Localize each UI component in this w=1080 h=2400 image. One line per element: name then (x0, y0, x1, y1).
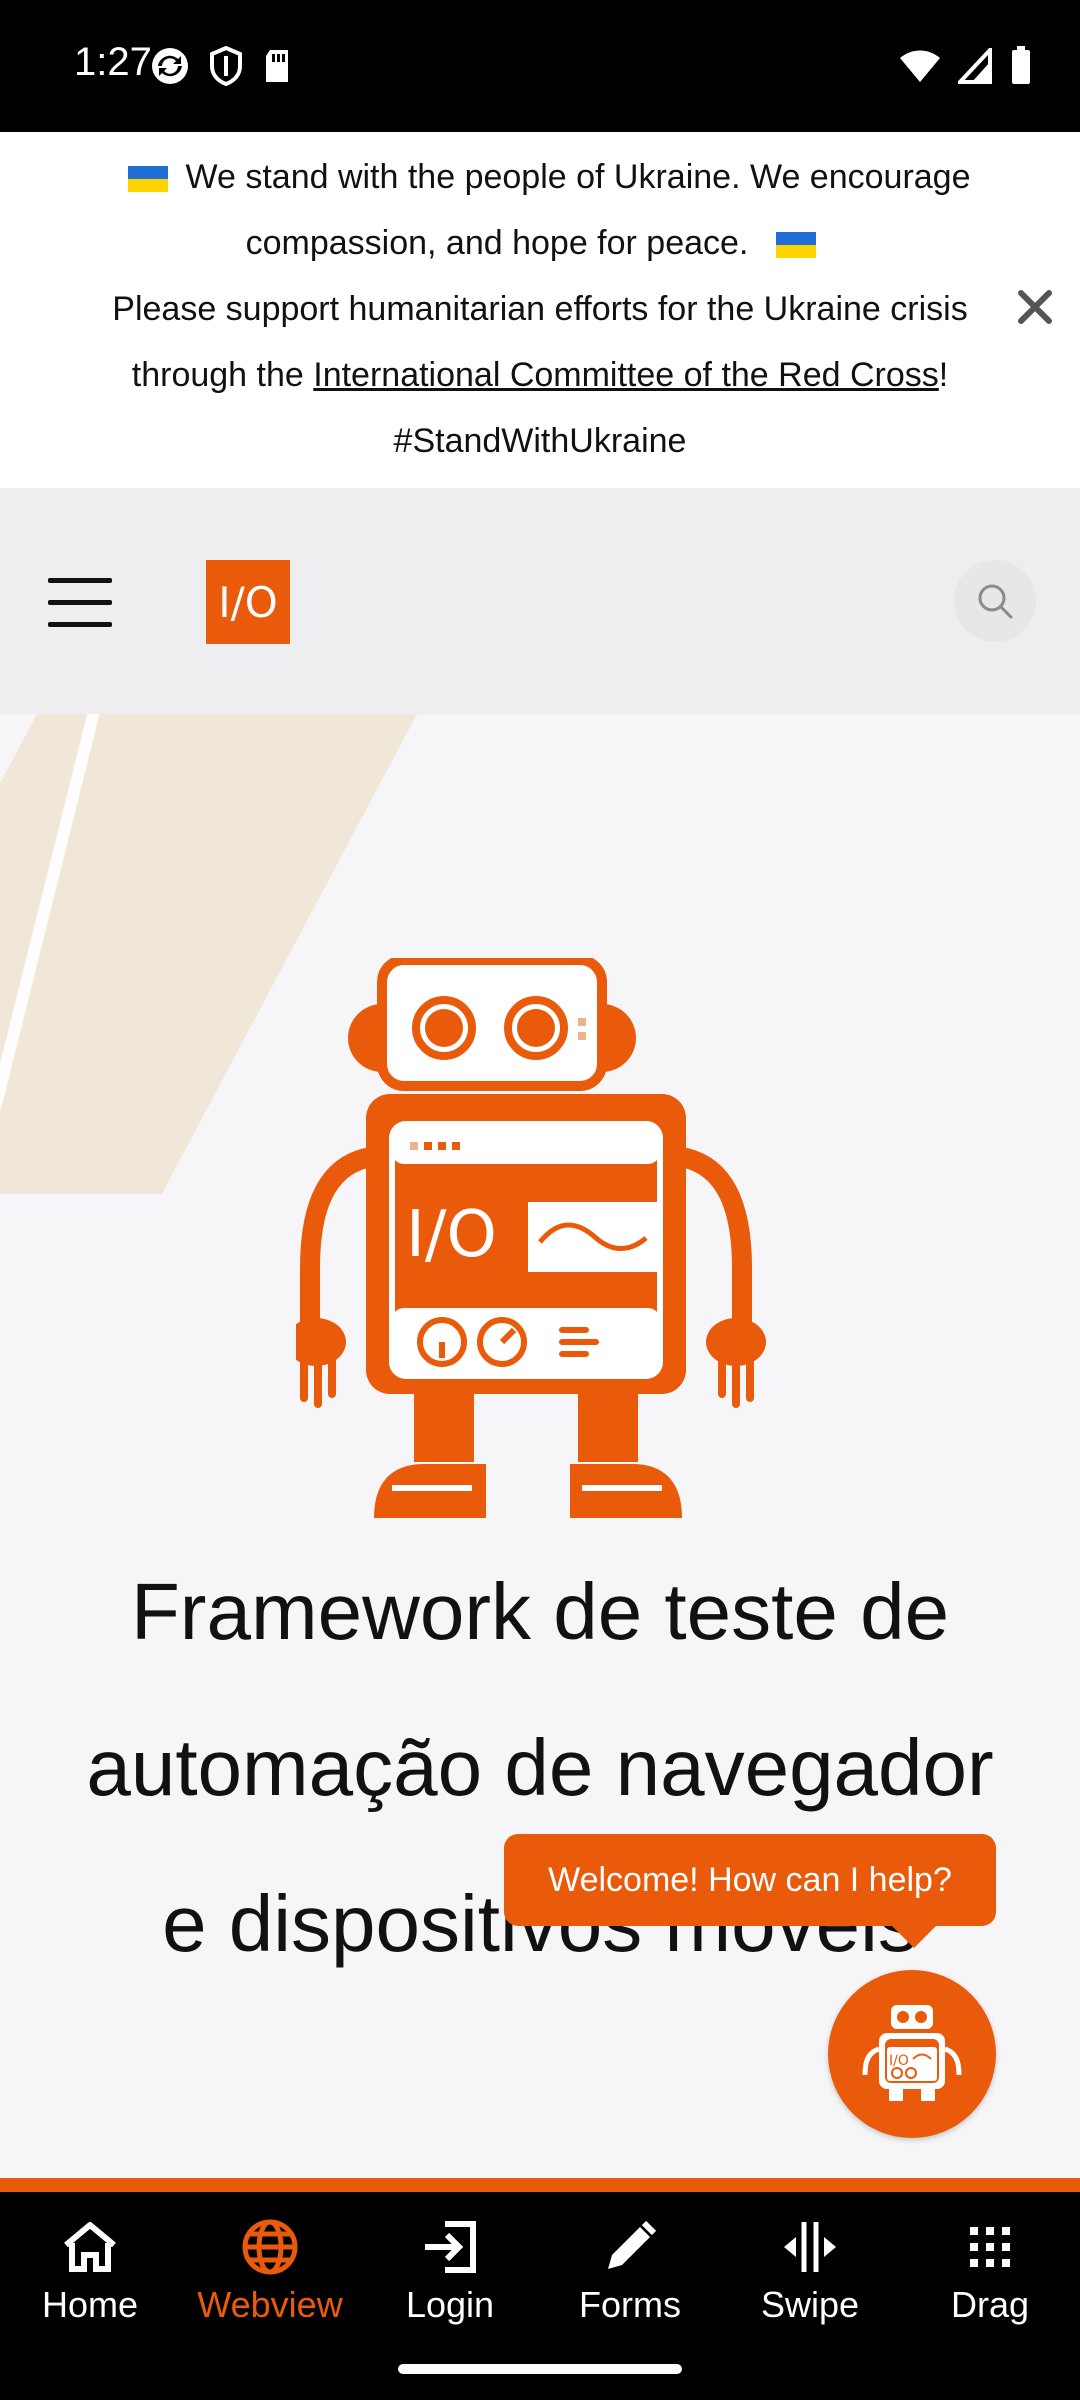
status-icons-right (900, 46, 1032, 86)
banner-line1: We stand with the people of Ukraine. We … (0, 144, 1080, 210)
chat-tooltip[interactable]: Welcome! How can I help? (504, 1834, 996, 1926)
tab-swipe[interactable]: Swipe (720, 2212, 900, 2332)
home-icon (64, 2222, 116, 2272)
site-navbar: I/O (0, 488, 1080, 714)
signal-icon (958, 48, 992, 84)
search-button[interactable] (954, 560, 1036, 642)
red-cross-link[interactable]: International Committee of the Red Cross (313, 356, 939, 394)
shield-icon (210, 46, 242, 86)
close-icon (1018, 290, 1052, 324)
tab-drag[interactable]: Drag (900, 2212, 1080, 2332)
pencil-icon (608, 2220, 657, 2269)
tab-bar-accent-line (0, 2178, 1080, 2192)
search-icon (978, 584, 1013, 619)
banner-hashtag: #StandWithUkraine (393, 422, 687, 460)
chat-bot-button[interactable]: I/O (828, 1970, 996, 2138)
ukraine-flag-icon (776, 232, 817, 259)
menu-button[interactable] (48, 578, 114, 628)
sd-card-icon (266, 50, 288, 82)
banner-line4: through the International Committee of t… (131, 356, 949, 394)
grid-icon (970, 2227, 1010, 2267)
svg-text:I/O: I/O (889, 2053, 909, 2069)
banner-line3: Please support humanitarian efforts for … (112, 290, 968, 328)
tab-login[interactable]: Login (360, 2212, 540, 2332)
sync-icon (152, 48, 188, 84)
robot-illustration: I/O (296, 958, 766, 1518)
swipe-icon (784, 2222, 836, 2272)
login-icon (425, 2221, 476, 2273)
ukraine-flag-icon (127, 166, 168, 193)
svg-text:I/O: I/O (406, 1198, 497, 1272)
status-bar: 1:27 (0, 0, 1080, 132)
globe-icon (242, 2219, 298, 2275)
logo[interactable]: I/O (206, 560, 290, 644)
tab-home[interactable]: Home (0, 2212, 180, 2332)
status-time: 1:27 (74, 40, 152, 84)
hero-section: I/O Framework de teste de automação de n… (0, 714, 1080, 2178)
tab-forms[interactable]: Forms (540, 2212, 720, 2332)
home-indicator[interactable] (398, 2364, 682, 2374)
robot-icon: I/O (862, 2005, 962, 2101)
hero-headline: Framework de teste de automação de naveg… (86, 1567, 994, 1968)
status-icons-left (150, 46, 292, 86)
chat-tooltip-arrow (890, 1924, 938, 1948)
tab-webview[interactable]: Webview (180, 2212, 360, 2332)
wifi-icon (900, 50, 940, 82)
battery-icon (1012, 46, 1030, 84)
ukraine-banner: We stand with the people of Ukraine. We … (0, 132, 1080, 488)
banner-line2: compassion, and hope for peace. (0, 210, 1080, 276)
banner-close-button[interactable] (1010, 282, 1060, 332)
